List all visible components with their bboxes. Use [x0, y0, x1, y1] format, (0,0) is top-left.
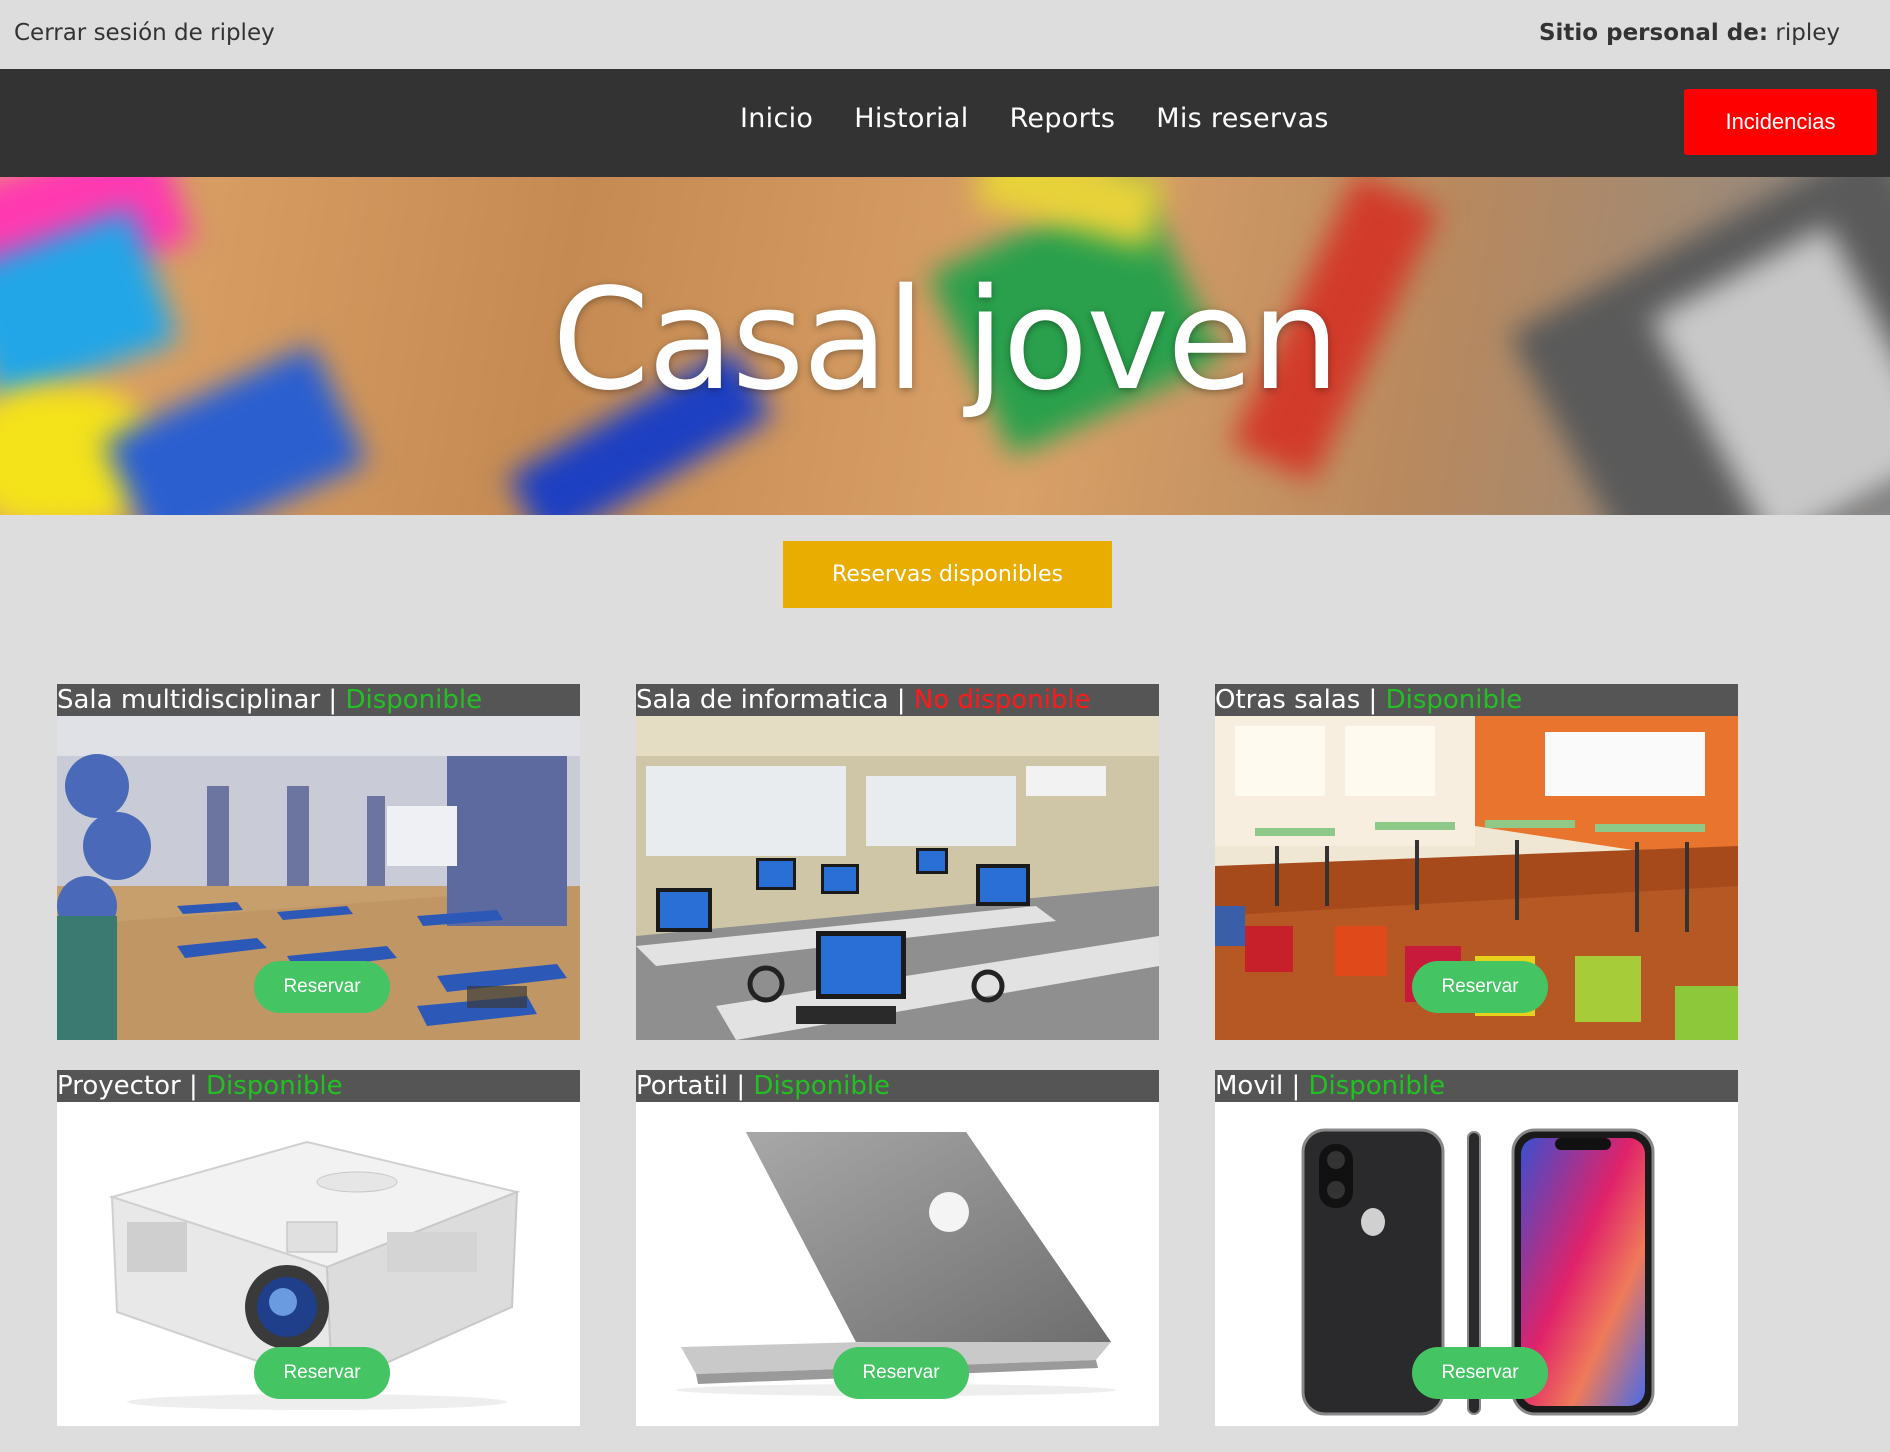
personal-site-label: Sitio personal de: — [1538, 20, 1769, 46]
card-header: Sala multidisciplinar | Disponible — [57, 684, 580, 716]
nav-reports[interactable]: Reports — [1010, 103, 1116, 134]
nav-links: Inicio Historial Reports Mis reservas — [740, 103, 1329, 134]
resource-card-movil: Movil | Disponible Reservar — [1215, 1070, 1738, 1426]
reservar-button[interactable]: Reservar — [1412, 1347, 1548, 1399]
main-navbar: Inicio Historial Reports Mis reservas In… — [0, 69, 1890, 177]
card-status: Disponible — [206, 1071, 343, 1101]
card-header: Portatil | Disponible — [636, 1070, 1159, 1102]
card-separator: | — [328, 685, 338, 715]
resource-card-portatil: Portatil | Disponible Reservar — [636, 1070, 1159, 1426]
reservar-button[interactable]: Reservar — [833, 1347, 969, 1399]
card-separator: | — [188, 1071, 198, 1101]
incidencias-button[interactable]: Incidencias — [1684, 89, 1877, 155]
card-status: No disponible — [913, 685, 1091, 715]
resource-card-proyector: Proyector | Disponible Reservar — [57, 1070, 580, 1426]
reservar-button[interactable]: Reservar — [1412, 961, 1548, 1013]
card-status: Disponible — [1385, 685, 1523, 715]
logout-link[interactable]: Cerrar sesión de ripley — [14, 20, 275, 46]
reservas-disponibles-button[interactable]: Reservas disponibles — [783, 541, 1112, 608]
reservar-button[interactable]: Reservar — [254, 961, 390, 1013]
resource-card-sala-de-informatica: Sala de informatica | No disponible — [636, 684, 1159, 1040]
card-header: Sala de informatica | No disponible — [636, 684, 1159, 716]
card-title: Movil — [1215, 1071, 1284, 1101]
card-header: Proyector | Disponible — [57, 1070, 580, 1102]
card-status: Disponible — [345, 685, 483, 715]
card-title: Portatil — [636, 1071, 729, 1101]
card-separator: | — [1368, 685, 1378, 715]
card-separator: | — [1291, 1071, 1301, 1101]
reservar-button[interactable]: Reservar — [254, 1347, 390, 1399]
card-header: Movil | Disponible — [1215, 1070, 1738, 1102]
card-separator: | — [896, 685, 906, 715]
card-title: Otras salas — [1215, 685, 1361, 715]
card-status: Disponible — [1308, 1071, 1446, 1101]
nav-historial[interactable]: Historial — [854, 103, 968, 134]
computer-lab-image — [636, 716, 1159, 1040]
hero-title: Casal joven — [552, 259, 1340, 422]
resource-card-sala-multidisciplinar: Sala multidisciplinar | Disponible Reser… — [57, 684, 580, 1040]
card-separator: | — [736, 1071, 746, 1101]
top-bar: Cerrar sesión de ripley Sitio personal d… — [0, 0, 1890, 69]
card-title: Sala multidisciplinar — [57, 685, 321, 715]
personal-site-user: ripley — [1775, 20, 1840, 46]
personal-site: Sitio personal de: ripley — [1539, 20, 1840, 46]
card-status: Disponible — [753, 1071, 891, 1101]
card-header: Otras salas | Disponible — [1215, 684, 1738, 716]
card-title: Proyector — [57, 1071, 181, 1101]
nav-mis-reservas[interactable]: Mis reservas — [1156, 103, 1329, 134]
resource-card-otras-salas: Otras salas | Disponible Reservar — [1215, 684, 1738, 1040]
hero-banner: Casal joven — [0, 177, 1890, 515]
card-title: Sala de informatica — [636, 685, 889, 715]
nav-inicio[interactable]: Inicio — [740, 103, 813, 134]
